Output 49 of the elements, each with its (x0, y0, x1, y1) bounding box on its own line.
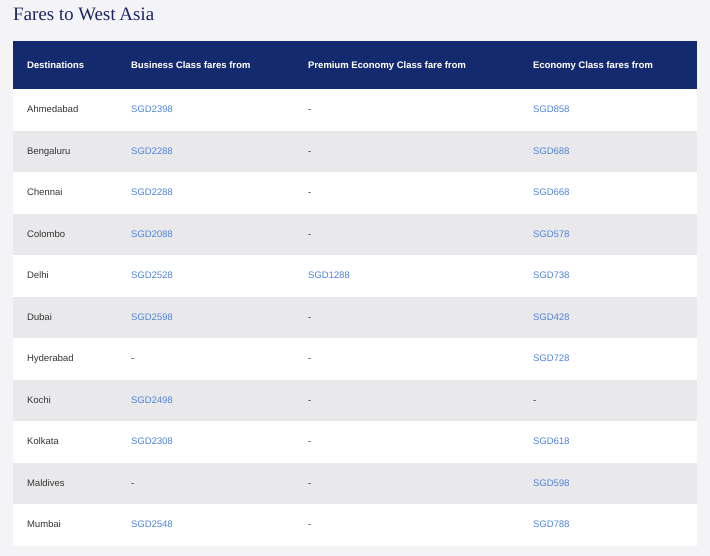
fare-link[interactable]: SGD1288 (308, 270, 350, 282)
fare-link[interactable]: SGD578 (533, 228, 570, 240)
destination-cell: Dubai (27, 312, 52, 323)
fare-link[interactable]: SGD2528 (131, 270, 173, 282)
fare-link[interactable]: SGD2288 (131, 187, 173, 198)
fare-link[interactable]: SGD2548 (131, 519, 173, 530)
fare-link[interactable]: SGD2088 (131, 228, 173, 240)
page-title: Fares to West Asia (13, 4, 154, 26)
destination-cell: Colombo (27, 228, 66, 240)
fare-link[interactable]: SGD598 (533, 478, 570, 489)
destination-cell: Chennai (27, 187, 62, 198)
destination-cell: Mumbai (27, 519, 61, 530)
fare-cell: - (308, 312, 312, 323)
column-header: Business Class fares from (131, 60, 250, 70)
fare-cell: - (131, 353, 134, 364)
destination-cell: Delhi (27, 270, 49, 282)
fare-link[interactable]: SGD2498 (131, 394, 173, 406)
column-header: Premium Economy Class fare from (308, 60, 466, 70)
fare-cell: - (308, 187, 312, 198)
destination-cell: Bengaluru (27, 146, 70, 157)
fare-cell: - (308, 228, 312, 240)
column-header: Destinations (27, 60, 84, 70)
destination-cell: Hyderabad (27, 353, 74, 364)
fare-link[interactable]: SGD788 (533, 519, 570, 530)
column-header: Economy Class fares from (533, 60, 653, 70)
fare-link[interactable]: SGD428 (533, 312, 570, 323)
fare-cell: - (308, 394, 312, 406)
fare-cell: - (131, 478, 134, 489)
fare-link[interactable]: SGD2288 (131, 146, 173, 157)
fare-cell: - (308, 436, 312, 448)
destination-cell: Kochi (27, 394, 51, 406)
destination-cell: Maldives (27, 478, 64, 489)
fare-link[interactable]: SGD728 (533, 353, 570, 364)
fare-cell: - (308, 353, 312, 364)
fare-link[interactable]: SGD858 (533, 104, 570, 116)
fare-link[interactable]: SGD738 (533, 270, 570, 282)
fare-cell: - (308, 478, 312, 489)
destination-cell: Ahmedabad (27, 104, 78, 116)
fare-link[interactable]: SGD618 (533, 436, 570, 448)
fare-link[interactable]: SGD668 (533, 187, 570, 198)
fare-cell: - (308, 146, 312, 157)
fare-link[interactable]: SGD2308 (131, 436, 173, 448)
fare-link[interactable]: SGD2398 (131, 104, 173, 116)
fare-cell: - (533, 394, 536, 406)
fare-link[interactable]: SGD2598 (131, 312, 173, 323)
fare-cell: - (308, 104, 312, 116)
fare-link[interactable]: SGD688 (533, 146, 570, 157)
destination-cell: Kolkata (27, 436, 59, 448)
fare-cell: - (308, 519, 312, 530)
